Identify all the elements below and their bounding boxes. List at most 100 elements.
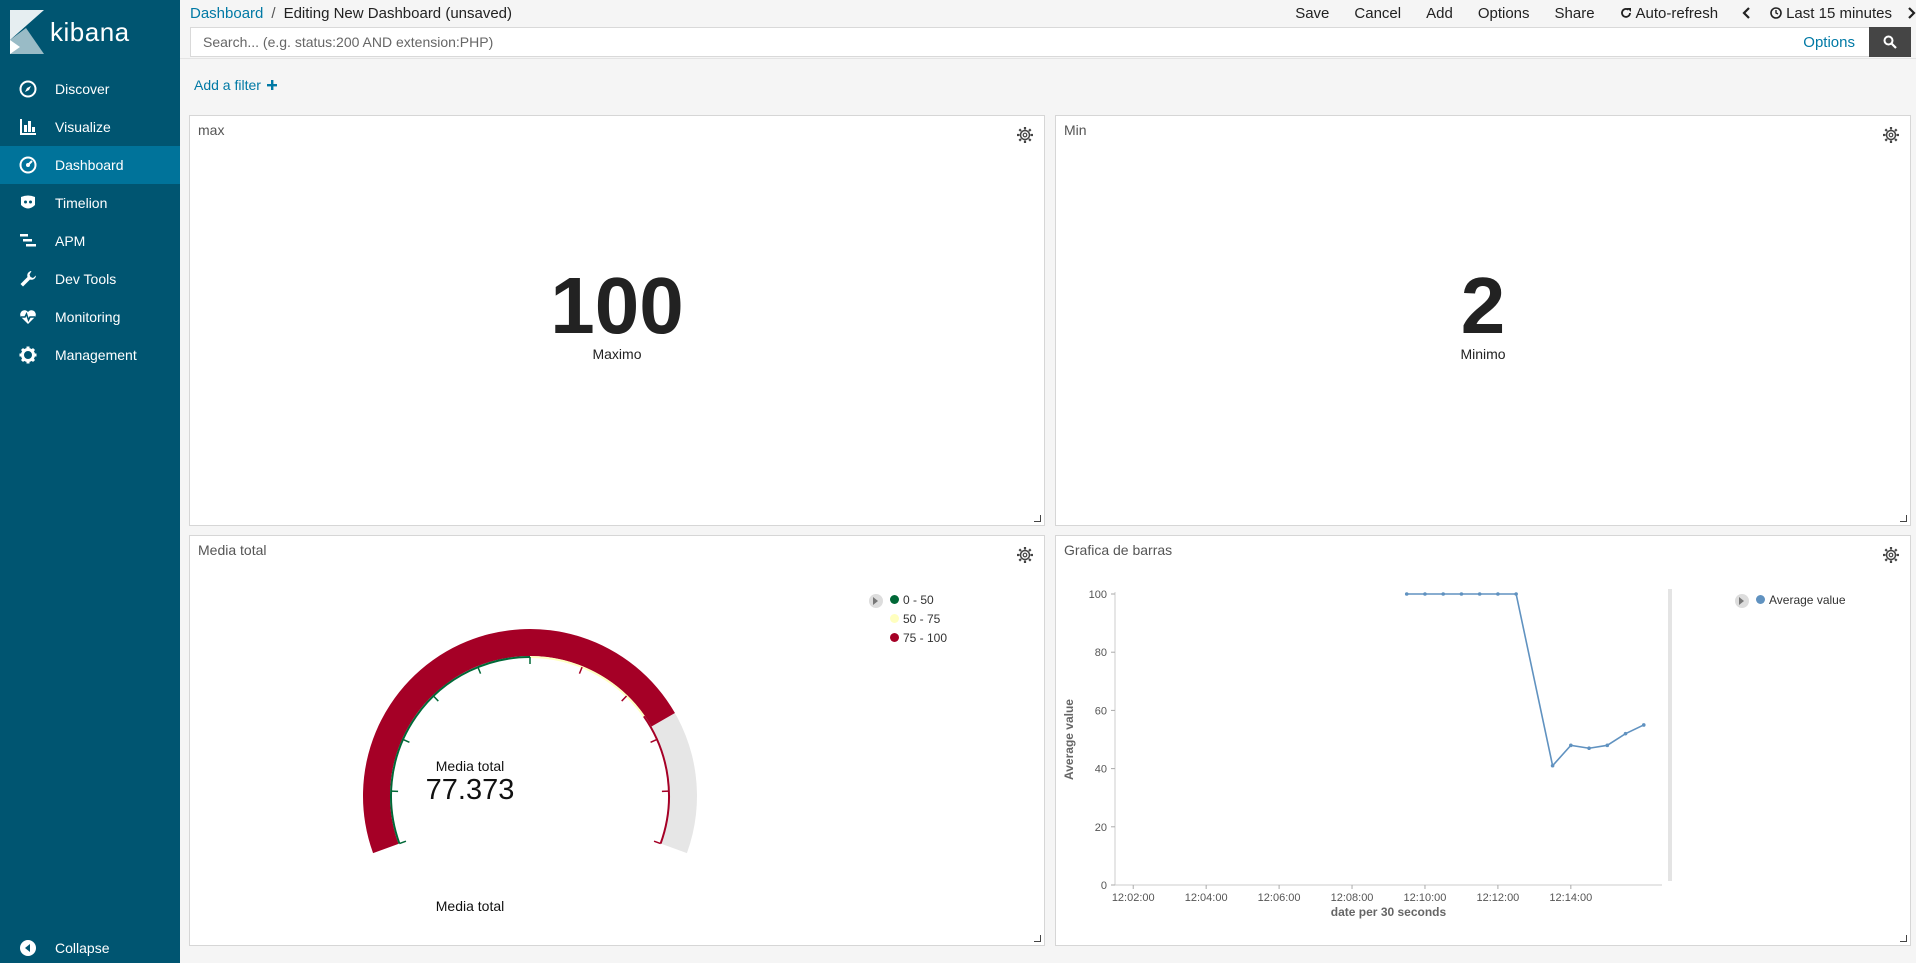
legend-dot bbox=[1756, 595, 1765, 604]
time-back-button[interactable] bbox=[1742, 7, 1752, 19]
kibana-logo-text: kibana bbox=[50, 16, 130, 47]
metric-value: 100 bbox=[550, 261, 684, 350]
sidebar-item-label: Visualize bbox=[55, 119, 111, 135]
metric: 100 Maximo bbox=[190, 261, 1044, 363]
legend-toggle[interactable] bbox=[1735, 594, 1749, 608]
kibana-logo[interactable]: kibana bbox=[10, 10, 130, 54]
sidebar-item-visualize[interactable]: Visualize bbox=[0, 108, 180, 146]
data-point[interactable] bbox=[1459, 592, 1464, 596]
legend-dot bbox=[890, 614, 899, 623]
time-picker-button[interactable]: Last 15 minutes bbox=[1770, 5, 1892, 22]
resize-handle[interactable] bbox=[1034, 935, 1041, 942]
breadcrumb: Dashboard / Editing New Dashboard (unsav… bbox=[190, 5, 512, 22]
gauge-tick bbox=[477, 666, 482, 674]
save-button[interactable]: Save bbox=[1295, 5, 1329, 22]
legend-toggle[interactable] bbox=[869, 594, 883, 608]
legend-item[interactable]: 75 - 100 bbox=[890, 628, 947, 647]
auto-refresh-button[interactable]: Auto-refresh bbox=[1620, 5, 1718, 22]
panel-min: Min 2 Minimo bbox=[1055, 115, 1911, 526]
data-point[interactable] bbox=[1550, 763, 1555, 768]
sidebar-item-apm[interactable]: APM bbox=[0, 222, 180, 260]
gauge-tick bbox=[621, 695, 628, 702]
sidebar-item-dashboard[interactable]: Dashboard bbox=[0, 146, 180, 184]
sidebar: kibana Discover Visualize Dashboard Time… bbox=[0, 0, 180, 963]
legend-label: 50 - 75 bbox=[903, 611, 941, 626]
legend-item[interactable]: 0 - 50 bbox=[890, 590, 947, 609]
resize-handle[interactable] bbox=[1900, 515, 1907, 522]
sidebar-item-label: Management bbox=[55, 347, 137, 363]
legend-label: 75 - 100 bbox=[903, 630, 948, 645]
cancel-button[interactable]: Cancel bbox=[1354, 5, 1401, 22]
search-input[interactable] bbox=[191, 28, 1804, 56]
y-tick-label: 60 bbox=[1095, 705, 1107, 717]
gauge-value-arc bbox=[363, 629, 675, 854]
search-options-button[interactable]: Options bbox=[1803, 34, 1855, 51]
wrench-icon bbox=[18, 269, 38, 289]
top-nav: Dashboard / Editing New Dashboard (unsav… bbox=[180, 0, 1916, 26]
data-point[interactable] bbox=[1404, 592, 1409, 596]
metric-label: Maximo bbox=[592, 346, 642, 362]
legend-item[interactable]: Average value bbox=[1756, 590, 1846, 609]
x-tick-label: 12:04:00 bbox=[1185, 892, 1228, 904]
sidebar-item-timelion[interactable]: Timelion bbox=[0, 184, 180, 222]
gauge-tick bbox=[578, 666, 583, 674]
refresh-icon bbox=[1620, 8, 1631, 18]
time-forward-button[interactable] bbox=[1906, 7, 1916, 19]
data-point[interactable] bbox=[1423, 592, 1427, 596]
apm-icon bbox=[18, 231, 38, 251]
sidebar-item-dev-tools[interactable]: Dev Tools bbox=[0, 260, 180, 298]
y-tick-label: 40 bbox=[1095, 764, 1107, 776]
gauge-tick bbox=[399, 840, 407, 845]
x-tick-label: 12:06:00 bbox=[1258, 892, 1301, 904]
data-point[interactable] bbox=[1569, 743, 1573, 748]
gauge-tick bbox=[402, 738, 410, 743]
sidebar-nav: Discover Visualize Dashboard Timelion AP… bbox=[0, 70, 180, 374]
gauge-bottom-label: Media total bbox=[435, 898, 505, 914]
sidebar-item-label: APM bbox=[55, 233, 86, 249]
x-axis-label: date per 30 seconds bbox=[1331, 905, 1447, 919]
add-button[interactable]: Add bbox=[1426, 5, 1453, 22]
resize-handle[interactable] bbox=[1900, 935, 1907, 942]
dashboard-icon bbox=[18, 155, 38, 175]
legend-label: 0 - 50 bbox=[903, 592, 934, 607]
sidebar-item-monitoring[interactable]: Monitoring bbox=[0, 298, 180, 336]
add-filter-button[interactable]: Add a filter bbox=[194, 77, 277, 93]
sidebar-item-label: Dashboard bbox=[55, 157, 124, 173]
x-tick-label: 12:02:00 bbox=[1112, 892, 1155, 904]
timelion-icon bbox=[18, 193, 38, 213]
resize-handle[interactable] bbox=[1034, 515, 1041, 522]
share-button[interactable]: Share bbox=[1555, 5, 1595, 22]
breadcrumb-current: Editing New Dashboard (unsaved) bbox=[283, 4, 513, 22]
kibana-logo-icon bbox=[10, 10, 44, 54]
line-legend: Average value bbox=[1756, 590, 1846, 609]
panel-title: Min bbox=[1064, 122, 1087, 138]
data-point[interactable] bbox=[1623, 731, 1628, 736]
x-tick-label: 12:08:00 bbox=[1331, 892, 1374, 904]
data-point[interactable] bbox=[1496, 592, 1500, 596]
data-point[interactable] bbox=[1587, 746, 1591, 751]
y-tick-label: 0 bbox=[1101, 880, 1107, 892]
collapse-button[interactable]: Collapse bbox=[0, 929, 180, 963]
sidebar-item-management[interactable]: Management bbox=[0, 336, 180, 374]
data-point[interactable] bbox=[1477, 592, 1482, 596]
sidebar-item-label: Discover bbox=[55, 81, 110, 97]
data-point[interactable] bbox=[1514, 592, 1518, 596]
sidebar-item-discover[interactable]: Discover bbox=[0, 70, 180, 108]
legend-dot bbox=[890, 633, 899, 642]
gauge-value: 77.373 bbox=[425, 774, 515, 806]
gear-icon[interactable] bbox=[1882, 126, 1900, 144]
y-tick-label: 80 bbox=[1095, 647, 1107, 659]
y-tick-label: 20 bbox=[1095, 822, 1107, 834]
data-point[interactable] bbox=[1641, 723, 1646, 727]
breadcrumb-dashboard-link[interactable]: Dashboard bbox=[190, 5, 263, 22]
options-button[interactable]: Options bbox=[1478, 5, 1530, 22]
sidebar-item-label: Timelion bbox=[55, 195, 108, 211]
legend-label: Average value bbox=[1769, 592, 1846, 607]
search-submit-button[interactable] bbox=[1869, 27, 1911, 57]
add-filter-label: Add a filter bbox=[194, 77, 261, 93]
legend-item[interactable]: 50 - 75 bbox=[890, 609, 947, 628]
gear-icon[interactable] bbox=[1016, 126, 1034, 144]
search-icon bbox=[1883, 35, 1897, 49]
data-point[interactable] bbox=[1605, 743, 1610, 748]
data-point[interactable] bbox=[1441, 592, 1445, 596]
